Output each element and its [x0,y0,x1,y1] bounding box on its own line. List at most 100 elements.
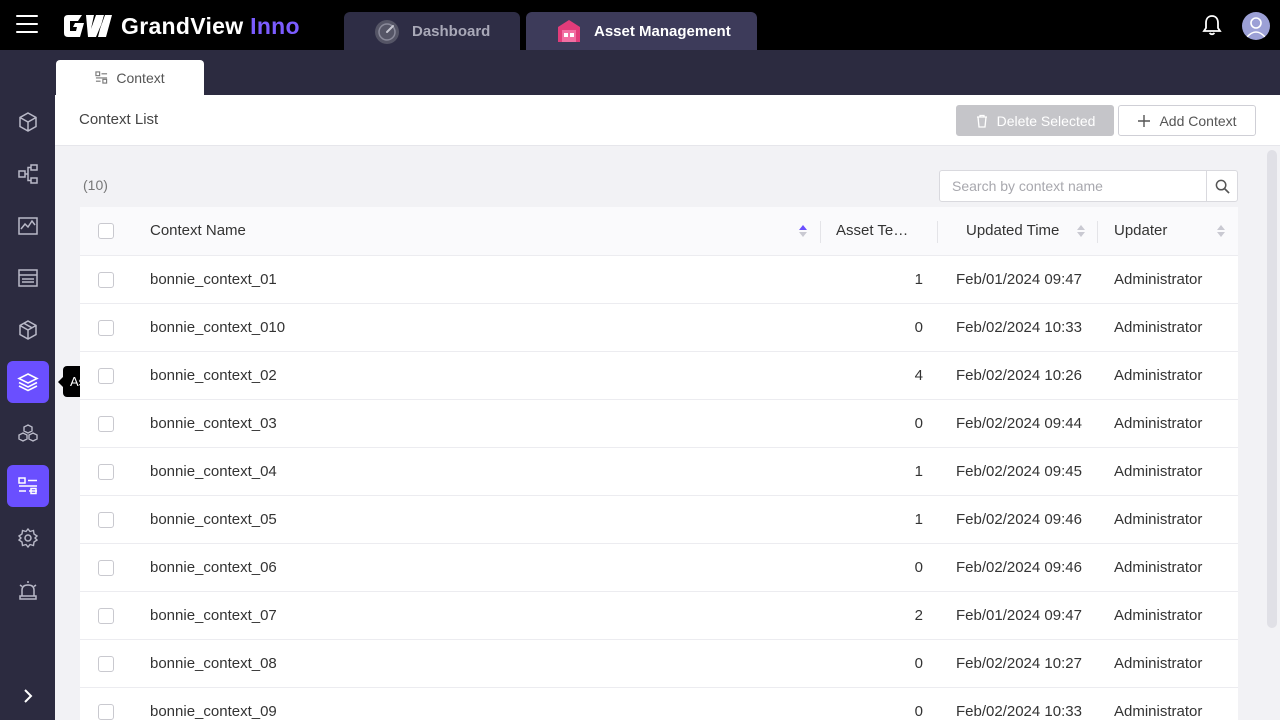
row-updater: Administrator [1114,655,1203,672]
sort-icon[interactable] [1076,223,1086,239]
sort-icon[interactable] [1216,223,1226,239]
row-checkbox[interactable] [98,272,114,288]
row-updated-time: Feb/02/2024 10:27 [956,655,1082,672]
tab-context[interactable]: Context [56,60,204,95]
column-updater[interactable]: Updater [1114,222,1167,239]
logo-mark-icon [64,15,112,37]
column-updated-time[interactable]: Updated Time [966,222,1059,239]
tab-asset-management-label: Asset Management [594,23,731,40]
alarm-icon [19,581,37,600]
column-context-name[interactable]: Context Name [150,222,246,239]
row-checkbox[interactable] [98,608,114,624]
speedometer-icon [375,20,399,44]
page-header: Context List Delete Selected Add Context [55,95,1280,146]
table-row[interactable]: bonnie_context_04 1 Feb/02/2024 09:45 Ad… [80,448,1238,496]
row-asset-templates: 0 [914,415,923,432]
plus-icon [1138,114,1151,127]
chevron-right-icon[interactable] [18,686,38,706]
sidebar-item-cube[interactable] [7,101,49,143]
row-context-name: bonnie_context_07 [150,607,277,624]
row-checkbox[interactable] [98,416,114,432]
row-asset-templates: 1 [914,511,923,528]
sidebar-item-context[interactable] [7,465,49,507]
sidebar [0,50,55,720]
select-all-checkbox[interactable] [98,223,114,239]
sidebar-item-chart[interactable] [7,205,49,247]
row-updated-time: Feb/02/2024 09:45 [956,463,1082,480]
row-updater: Administrator [1114,607,1203,624]
table-row[interactable]: bonnie_context_08 0 Feb/02/2024 10:27 Ad… [80,640,1238,688]
tab-dashboard[interactable]: Dashboard [344,12,520,50]
search-button[interactable] [1206,171,1237,201]
sidebar-item-data-panel[interactable] [7,257,49,299]
row-checkbox[interactable] [98,704,114,720]
search-input[interactable] [940,171,1206,201]
table-row[interactable]: bonnie_context_010 0 Feb/02/2024 10:33 A… [80,304,1238,352]
row-updated-time: Feb/01/2024 09:47 [956,271,1082,288]
sidebar-item-alarm[interactable] [7,569,49,611]
row-asset-templates: 0 [914,655,923,672]
delete-selected-button[interactable]: Delete Selected [956,105,1114,136]
row-asset-templates: 2 [914,607,923,624]
column-separator [1097,221,1098,243]
row-updated-time: Feb/02/2024 09:46 [956,511,1082,528]
table-body: bonnie_context_01 1 Feb/01/2024 09:47 Ad… [80,256,1238,720]
row-updated-time: Feb/02/2024 10:33 [956,703,1082,720]
row-context-name: bonnie_context_09 [150,703,277,720]
column-separator [937,221,938,243]
tab-asset-management[interactable]: Asset Management [526,12,757,50]
tab-strip [55,50,1280,95]
row-checkbox[interactable] [98,512,114,528]
row-context-name: bonnie_context_08 [150,655,277,672]
menu-icon[interactable] [16,15,38,35]
tab-dashboard-label: Dashboard [412,23,491,40]
context-icon [18,477,37,495]
row-updated-time: Feb/02/2024 10:26 [956,367,1082,384]
row-context-name: bonnie_context_06 [150,559,277,576]
table-row[interactable]: bonnie_context_02 4 Feb/02/2024 10:26 Ad… [80,352,1238,400]
row-context-name: bonnie_context_010 [150,319,286,336]
row-asset-templates: 4 [914,367,923,384]
table-row[interactable]: bonnie_context_05 1 Feb/02/2024 09:46 Ad… [80,496,1238,544]
row-updated-time: Feb/01/2024 09:47 [956,607,1082,624]
sidebar-item-hierarchy[interactable] [7,153,49,195]
sidebar-item-asset[interactable] [7,361,49,403]
row-checkbox[interactable] [98,560,114,576]
package-icon [19,320,37,340]
row-updater: Administrator [1114,559,1203,576]
row-checkbox[interactable] [98,320,114,336]
row-updated-time: Feb/02/2024 10:33 [956,319,1082,336]
warehouse-icon [558,20,580,42]
row-updated-time: Feb/02/2024 09:46 [956,559,1082,576]
add-context-button[interactable]: Add Context [1118,105,1256,136]
brand-name: GrandView [121,12,244,39]
brand-accent: Inno [250,12,300,39]
table-row[interactable]: bonnie_context_07 2 Feb/01/2024 09:47 Ad… [80,592,1238,640]
row-context-name: bonnie_context_03 [150,415,277,432]
table-row[interactable]: bonnie_context_09 0 Feb/02/2024 10:33 Ad… [80,688,1238,720]
sidebar-item-settings[interactable] [7,517,49,559]
row-checkbox[interactable] [98,464,114,480]
bell-icon[interactable] [1201,14,1223,36]
sort-icon[interactable] [798,223,808,239]
row-asset-templates: 1 [914,463,923,480]
column-asset-templates[interactable]: Asset Templates [836,222,920,239]
row-context-name: bonnie_context_02 [150,367,277,384]
row-checkbox[interactable] [98,368,114,384]
row-asset-templates: 1 [914,271,923,288]
search-box [939,170,1238,202]
row-updater: Administrator [1114,703,1203,720]
chart-icon [18,217,38,235]
table-row[interactable]: bonnie_context_01 1 Feb/01/2024 09:47 Ad… [80,256,1238,304]
scrollbar[interactable] [1267,150,1277,628]
row-updater: Administrator [1114,271,1203,288]
cubes-icon [18,424,38,442]
column-separator [820,221,821,243]
avatar[interactable] [1242,12,1270,40]
sidebar-item-cubes[interactable] [7,413,49,455]
table-row[interactable]: bonnie_context_03 0 Feb/02/2024 09:44 Ad… [80,400,1238,448]
row-checkbox[interactable] [98,656,114,672]
row-updater: Administrator [1114,511,1203,528]
table-row[interactable]: bonnie_context_06 0 Feb/02/2024 09:46 Ad… [80,544,1238,592]
sidebar-item-package[interactable] [7,309,49,351]
